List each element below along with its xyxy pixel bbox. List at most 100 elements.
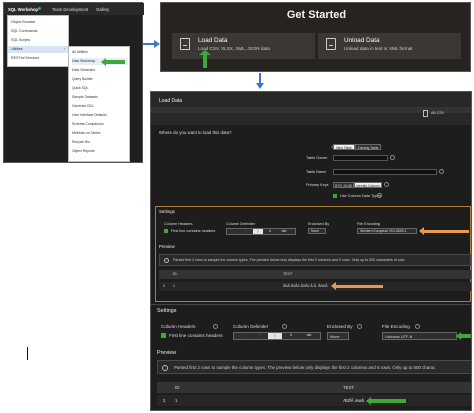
- new-table-option[interactable]: New Table: [333, 144, 355, 150]
- table-name-label: Table Name: [306, 170, 327, 174]
- use-column-types-checkbox[interactable]: [333, 194, 337, 198]
- settings-heading: Settings: [159, 209, 175, 214]
- menu-utilities-label: Utilities: [11, 47, 23, 51]
- column-id-header: ID: [175, 385, 180, 390]
- preview-table-header: ID TEXT: [159, 270, 471, 279]
- menu-methods-on-tables[interactable]: Methods on Tables: [72, 130, 128, 137]
- nav-gallery[interactable]: Gallery: [96, 7, 109, 12]
- first-line-headers-label: First line contains headers: [171, 229, 216, 233]
- table-owner-label: Table Owner: [306, 156, 328, 160]
- enclosed-by-select[interactable]: None: [308, 228, 326, 234]
- file-encoding-select[interactable]: Unicode UTF-8: [382, 332, 457, 340]
- menu-quick-sql[interactable]: Quick SQL: [72, 85, 128, 92]
- load-data-card[interactable]: Load Data Load CSV, XLSX, XML, JSON data: [172, 33, 315, 59]
- delimiter-selector[interactable]: , ; | # tab: [233, 332, 321, 340]
- delimiter-selector[interactable]: , ; | # tab: [226, 228, 296, 235]
- unload-data-card[interactable]: Unload Data Unload data in text or XML f…: [318, 33, 461, 59]
- menu-object-reports[interactable]: Object Reports: [72, 148, 128, 155]
- divider: [151, 304, 471, 305]
- help-icon[interactable]: [439, 169, 444, 174]
- dialog-title: Load Data: [159, 98, 183, 104]
- sys-guid-option[interactable]: SYS_GUID: [333, 182, 354, 188]
- sql-workshop-screenshot: SQL Workshop Team Development Gallery Ob…: [3, 2, 144, 163]
- load-data-dialog: Load Data AB.CSV Where do you want to lo…: [150, 91, 472, 411]
- help-icon[interactable]: [415, 324, 420, 329]
- column-id-header: ID: [173, 272, 177, 276]
- first-line-headers-checkbox[interactable]: [161, 333, 166, 338]
- menu-data-generator[interactable]: Data Generator: [72, 67, 128, 74]
- delimiter-hash[interactable]: #: [265, 229, 275, 234]
- help-icon[interactable]: [357, 324, 362, 329]
- green-pointer-arrow: [101, 58, 125, 66]
- menu-recycle-bin[interactable]: Recycle Bin: [72, 139, 128, 146]
- delimiter-tab[interactable]: tab: [300, 333, 318, 339]
- nav-team-development[interactable]: Team Development: [52, 7, 88, 12]
- existing-table-option[interactable]: Existing Table: [355, 144, 381, 150]
- settings-heading-large: Settings: [157, 308, 177, 314]
- menu-all-utilities[interactable]: All Utilities: [72, 49, 128, 56]
- delimiter-comma[interactable]: ,: [229, 229, 239, 234]
- primary-keys-label: Primary Keys: [306, 183, 329, 187]
- cell-text: ÆØÅ æøå: [343, 398, 364, 403]
- table-owner-select[interactable]: [333, 155, 388, 161]
- help-icon[interactable]: [377, 193, 382, 198]
- green-pointer-arrow: [366, 397, 406, 405]
- delimiter-comma[interactable]: ,: [236, 333, 250, 339]
- table-row: 2 1 ÆØÅ æøå: [157, 395, 471, 406]
- preview-info-text: Parsed first 2 rows to sample the column…: [173, 258, 405, 262]
- preview-heading-large: Preview: [157, 350, 177, 356]
- use-column-types-label: Use Column Data Types: [340, 194, 382, 198]
- green-pointer-up-arrow: [199, 50, 211, 68]
- identity-column-option[interactable]: Identity Column: [354, 182, 382, 188]
- delimiter-semicolon[interactable]: ;: [252, 333, 266, 339]
- column-headers-label: Column Headers: [164, 222, 193, 226]
- menu-object-browser[interactable]: Object Browser: [11, 19, 69, 26]
- preview-info-text: Parsed first 2 rows to sample the column…: [174, 365, 436, 370]
- delimiter-tab[interactable]: tab: [277, 229, 291, 234]
- help-icon[interactable]: [390, 155, 395, 160]
- load-question: Where do you want to load this data?: [159, 130, 232, 135]
- menu-utilities[interactable]: Utilities ›: [8, 46, 68, 53]
- enclosed-by-label: Enclosed By: [327, 324, 353, 329]
- orange-pointer-arrow: [419, 227, 469, 235]
- top-nav: SQL Workshop Team Development Gallery: [4, 3, 144, 15]
- menu-generate-ddl[interactable]: Generate DDL: [72, 103, 128, 110]
- help-icon[interactable]: [213, 324, 218, 329]
- enclosed-by-select[interactable]: None: [327, 332, 349, 340]
- load-data-title: Load Data: [198, 37, 228, 44]
- info-icon: [164, 258, 169, 263]
- file-encoding-label: File Encoding: [382, 324, 410, 329]
- file-icon: [423, 110, 428, 117]
- file-encoding-select[interactable]: Western European ISO-8859-1: [357, 228, 417, 234]
- menu-sql-scripts[interactable]: SQL Scripts: [11, 37, 69, 44]
- column-text-header: TEXT: [343, 385, 355, 390]
- column-delimiter-label: Column Delimiter: [233, 324, 269, 329]
- help-icon[interactable]: [384, 182, 389, 187]
- unload-data-title: Unload Data: [344, 37, 380, 44]
- menu-schema-comparison[interactable]: Schema Comparison: [72, 121, 128, 128]
- cell-id: 1: [175, 398, 178, 403]
- sql-workshop-menu: Object Browser SQL Commands SQL Scripts …: [7, 15, 69, 67]
- menu-sample-datasets[interactable]: Sample Datasets: [72, 94, 128, 101]
- tutorial-collage: SQL Workshop Team Development Gallery Ob…: [0, 0, 474, 413]
- menu-sql-commands[interactable]: SQL Commands: [11, 28, 69, 35]
- delimiter-pipe[interactable]: |: [268, 333, 282, 339]
- table-name-input[interactable]: [333, 169, 437, 175]
- row-number: 2: [163, 284, 165, 288]
- orange-pointer-arrow: [331, 282, 383, 290]
- chevron-right-icon: ›: [63, 47, 65, 51]
- menu-query-builder[interactable]: Query Builder: [72, 76, 128, 83]
- help-icon[interactable]: [282, 324, 287, 329]
- text-cursor: [27, 347, 28, 360]
- nav-sql-workshop[interactable]: SQL Workshop: [8, 7, 38, 12]
- file-upload-icon: [180, 38, 190, 50]
- menu-ui-defaults[interactable]: User Interface Defaults: [72, 112, 128, 119]
- delimiter-semicolon[interactable]: ;: [241, 229, 251, 234]
- menu-restful-services[interactable]: RESTful Services: [11, 55, 69, 62]
- delimiter-hash[interactable]: #: [284, 333, 298, 339]
- preview-info-banner: Parsed first 2 rows to sample the column…: [159, 254, 471, 266]
- preview-table-header: ID TEXT: [157, 382, 471, 393]
- first-line-headers-checkbox[interactable]: [164, 229, 168, 233]
- delimiter-pipe[interactable]: |: [253, 229, 263, 234]
- green-pointer-arrow: [456, 332, 471, 340]
